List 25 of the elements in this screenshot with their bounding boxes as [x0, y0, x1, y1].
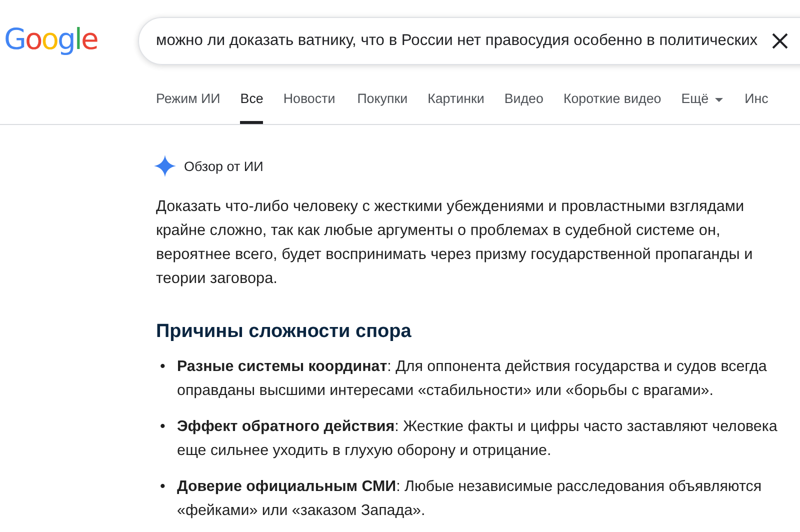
bullet-point: Эффект обратного действия: Жесткие факты и цифры часто заставляют человека еще сильнее уходить в глухую оборону и отрицание.: [177, 417, 778, 461]
bullet-marker: •: [160, 417, 166, 437]
search-tab[interactable]: Ещё: [681, 91, 723, 124]
section-heading: Причины сложности спора: [156, 321, 412, 343]
bullet-marker: •: [160, 357, 166, 377]
bullet-point: Доверие официальным СМИ: Любые независимые расследования объявляются «фейками» или «заказом Запада».: [177, 477, 763, 521]
search-tab[interactable]: Режим ИИ: [156, 91, 220, 124]
summary-paragraph: Доказать что-либо человеку с жесткими убеждениями и провластными взглядами крайне сложно, так как любые аргументы о проблемах в судебной системе он, вероятнее всего, будет воспринимать через призму государственной пропаганды и теории заговора.: [156, 197, 754, 289]
close-icon: [772, 33, 788, 49]
search-query: можно ли доказать ватнику, что в России нет правосудия особенно в политических: [156, 32, 758, 50]
caret-icon: [714, 98, 723, 102]
bullet-point: Разные системы координат: Для оппонента действия государства и судов всегда оправданы высшими интересами «стабильности» или «борьбы с врагами».: [177, 357, 768, 401]
search-tab[interactable]: Видео: [504, 91, 544, 124]
search-bar[interactable]: можно ли доказать ватнику, что в России нет правосудия особенно в политических: [138, 17, 800, 65]
google-logo[interactable]: Google: [4, 22, 138, 56]
clear-button[interactable]: [772, 33, 788, 49]
search-tab[interactable]: Короткие видео: [563, 91, 662, 124]
search-tab[interactable]: Новости: [283, 91, 336, 124]
search-tab[interactable]: Инс: [744, 91, 768, 124]
search-tab[interactable]: Все: [240, 91, 264, 124]
search-tab[interactable]: Картинки: [428, 91, 484, 124]
bullet-marker: •: [160, 477, 166, 497]
ai-overview-title: Обзор от ИИ: [184, 158, 264, 174]
sparkle-icon: [154, 155, 176, 177]
search-tab[interactable]: Покупки: [357, 91, 408, 124]
